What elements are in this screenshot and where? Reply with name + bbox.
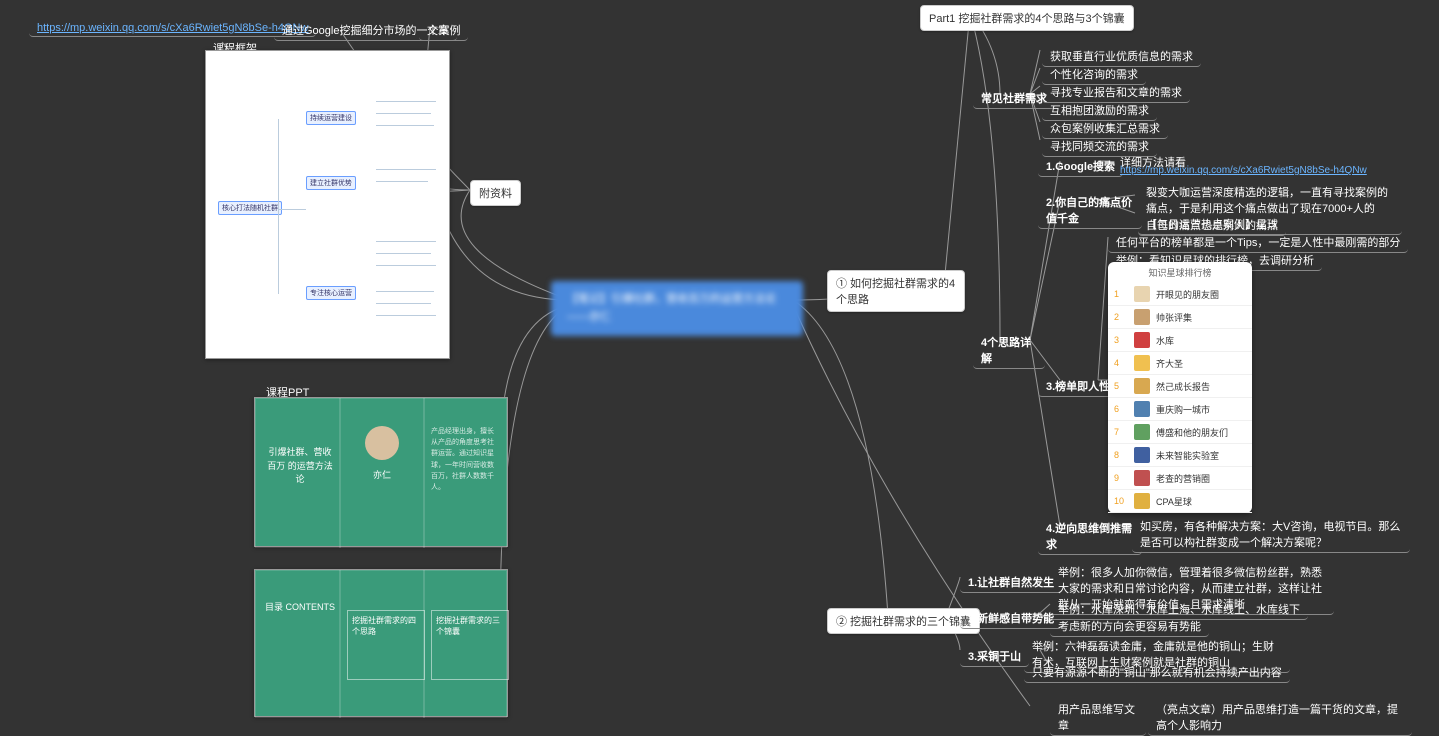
node-article[interactable]: 文章 xyxy=(419,18,457,41)
mindmap-root[interactable]: 【笔记】引爆社群，营收百万的运营方法论——亦仁 xyxy=(551,281,803,336)
node-d1-link[interactable]: https://mp.weixin.qq.com/s/cXa6Rwiet5gN8… xyxy=(1112,161,1375,180)
rank-row-0: 1开眼见的朋友圈 xyxy=(1108,283,1252,306)
node-detailed[interactable]: 4个思路详解 xyxy=(973,330,1045,369)
rank-row-9: 10CPA星球 xyxy=(1108,490,1252,513)
rank-row-3: 4齐大圣 xyxy=(1108,352,1252,375)
image-rank: 知识星球排行榜 1开眼见的朋友圈2帅张评集3水库4齐大圣5然己成长报告6重庆购一… xyxy=(1108,262,1252,513)
rank-header: 知识星球排行榜 xyxy=(1108,262,1252,283)
node-q2[interactable]: ② 挖掘社群需求的三个锦囊 xyxy=(827,608,980,634)
rank-row-2: 3水库 xyxy=(1108,329,1252,352)
ppt2-mid: 挖掘社群需求的四个思路 xyxy=(347,610,425,680)
node-t3[interactable]: 3.采铜于山 xyxy=(960,644,1029,667)
node-t3-note2: 只要有源源不断的"铜山"那么就有机会持续产出内容 xyxy=(1024,660,1290,683)
node-d4[interactable]: 4.逆向思维倒推需求 xyxy=(1038,516,1142,555)
node-bottom-right: （亮点文章）用产品思维打造一篇干货的文章，提高个人影响力 xyxy=(1148,697,1412,736)
ppt2-left: 目录 CONTENTS xyxy=(265,600,335,614)
node-d3[interactable]: 3.榜单即人性 xyxy=(1038,374,1118,397)
node-d2[interactable]: 2.你自己的痛点价值千金 xyxy=(1038,190,1142,229)
node-part1[interactable]: Part1 挖掘社群需求的4个思路与3个锦囊 xyxy=(920,5,1134,31)
rank-row-5: 6重庆购一城市 xyxy=(1108,398,1252,421)
image-ppt-1: 引爆社群、营收百万 的运营方法论 亦仁 产品经理出身，擅长从产品的角度思考社群运… xyxy=(254,397,508,547)
node-q1[interactable]: ① 如何挖掘社群需求的4个思路 xyxy=(827,270,965,312)
rank-row-6: 7傅盛和他的朋友们 xyxy=(1108,421,1252,444)
rank-row-8: 9老查的营销圈 xyxy=(1108,467,1252,490)
ppt2-right: 挖掘社群需求的三个锦囊 xyxy=(431,610,509,680)
rank-row-1: 2帅张评集 xyxy=(1108,306,1252,329)
image-framework: 核心打法随机社群 持续运营建设 建立社群优势 专注核心运营 xyxy=(205,50,450,359)
node-t2[interactable]: 2.新鲜感自带势能 xyxy=(960,606,1062,629)
node-materials[interactable]: 附资料 xyxy=(470,180,521,206)
node-t1[interactable]: 1.让社群自然发生 xyxy=(960,570,1062,593)
node-d1[interactable]: 1.Google搜索 xyxy=(1038,154,1123,177)
node-d4-note: 如买房，有各种解决方案：大V咨询，电视节目。那么是否可以构社群变成一个解决方案呢… xyxy=(1132,514,1410,553)
ppt-author: 亦仁 xyxy=(373,468,391,481)
node-bottom-left[interactable]: 用产品思维写文章 xyxy=(1050,697,1146,736)
image-ppt-2: 目录 CONTENTS 挖掘社群需求的四个思路 挖掘社群需求的三个锦囊 xyxy=(254,569,508,717)
rank-row-7: 8未来智能实验室 xyxy=(1108,444,1252,467)
ppt-title: 引爆社群、营收百万 的运营方法论 xyxy=(265,446,335,487)
rank-row-4: 5然己成长报告 xyxy=(1108,375,1252,398)
